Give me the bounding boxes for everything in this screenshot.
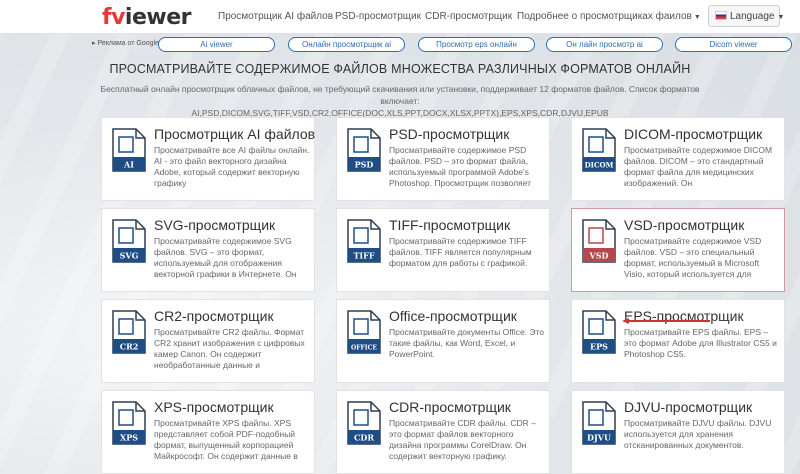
card-title[interactable]: PSD-просмотрщик — [389, 126, 509, 142]
nav-link-cdr-viewer[interactable]: CDR-просмотрщик — [425, 11, 512, 22]
svg-text:CDR: CDR — [354, 433, 374, 443]
card-description: Просматривайте все AI файлы онлайн. AI -… — [154, 145, 310, 188]
page-subtitle: Бесплатный онлайн просмотрщик облачных ф… — [100, 83, 700, 119]
card-title[interactable]: VSD-просмотрщик — [624, 217, 744, 233]
ad-link[interactable]: Онлайн просмотрщик ai — [288, 37, 405, 52]
caret-down-icon: ▼ — [693, 14, 701, 21]
xps-file-icon: XPS — [112, 401, 146, 445]
language-button[interactable]: Language ▼ — [708, 5, 784, 27]
ads-label-text: Реклама от Google — [97, 40, 159, 47]
viewer-card-tiff[interactable]: TIFF TIFF-просмотрщик Просматривайте содер… — [336, 208, 550, 292]
card-description: Просматривайте EPS файлы. EPS – это форм… — [624, 327, 777, 359]
dicom-file-icon: DICOM — [582, 128, 616, 172]
card-description: Просматривайте содержимое PSD файлов. PS… — [389, 145, 532, 188]
russian-flag-icon — [715, 11, 727, 20]
card-title[interactable]: SVG-просмотрщик — [154, 217, 275, 233]
viewer-card-ai[interactable]: AI Просмотрщик AI файлов Просматривайте вс… — [101, 117, 315, 201]
card-description: Просматривайте DJVU файлы. DJVU использу… — [624, 418, 772, 450]
svg-text:PSD: PSD — [355, 160, 374, 170]
viewer-card-dicom[interactable]: DICOM DICOM-просмотрщик Просматривайте сод… — [571, 117, 785, 201]
nav-dropdown-more-viewers[interactable]: Подробнее о просмотрщиках фаилов ▼ — [517, 11, 701, 22]
card-title[interactable]: CR2-просмотрщик — [154, 308, 274, 324]
card-description: Просматривайте содержимое DICOM файлов. … — [624, 145, 773, 188]
card-description: Просматривайте XPS файлы. XPS представля… — [154, 418, 298, 461]
nav-link-psd-viewer[interactable]: PSD-просмотрщик — [335, 11, 421, 22]
card-title[interactable]: CDR-просмотрщик — [389, 399, 511, 415]
caret-down-icon: ▼ — [777, 14, 785, 21]
card-description: Просматривайте содержимое VSD файлов. VS… — [624, 236, 762, 279]
nav-link-ai-viewer[interactable]: Просмотрщик AI файлов — [218, 11, 333, 22]
svg-text:TIFF: TIFF — [353, 251, 374, 261]
viewer-card-cdr[interactable]: CDR CDR-просмотрщик Просматривайте CDR фай… — [336, 390, 550, 474]
eps-file-icon: EPS — [582, 310, 616, 354]
card-title[interactable]: DICOM-просмотрщик — [624, 126, 762, 142]
svg-text:VSD: VSD — [589, 251, 609, 261]
svg-text:EPS: EPS — [590, 342, 608, 352]
language-label: Language — [730, 11, 775, 22]
vsd-file-icon: VSD — [582, 219, 616, 263]
cdr-file-icon: CDR — [347, 401, 381, 445]
nav-dropdown-label: Подробнее о просмотрщиках фаилов — [517, 11, 692, 22]
svg-file-icon: SVG — [112, 219, 146, 263]
card-title[interactable]: DJVU-просмотрщик — [624, 399, 752, 415]
cr2-file-icon: CR2 — [112, 310, 146, 354]
card-title[interactable]: Office-просмотрщик — [389, 308, 517, 324]
page-title: ПРОСМАТРИВАЙТЕ СОДЕРЖИМОЕ ФАЙЛОВ МНОЖЕСТ… — [109, 62, 691, 76]
card-title[interactable]: Просмотрщик AI файлов — [154, 126, 315, 142]
card-description: Просматривайте содержимое TIFF файлов. T… — [389, 236, 532, 268]
card-description: Просматривайте документы Office. Это так… — [389, 327, 545, 359]
svg-text:XPS: XPS — [120, 433, 138, 443]
svg-text:SVG: SVG — [120, 251, 139, 261]
viewer-card-cr2[interactable]: CR2 CR2-просмотрщик Просматривайте CR2 фай… — [101, 299, 315, 383]
svg-text:OFFICE: OFFICE — [351, 345, 377, 352]
ad-link[interactable]: Ai viewer — [158, 37, 275, 52]
ads-label[interactable]: ▸ Реклама от Google — [92, 39, 159, 47]
red-arrow-annotation — [622, 318, 710, 324]
ad-link[interactable]: Он лайн просмотр ai — [546, 37, 663, 52]
card-title[interactable]: XPS-просмотрщик — [154, 399, 274, 415]
viewer-card-eps[interactable]: EPS EPS-просмотрщик Просматривайте EPS фай… — [571, 299, 785, 383]
viewer-card-psd[interactable]: PSD PSD-просмотрщик Просматривайте содержи… — [336, 117, 550, 201]
viewer-card-vsd[interactable]: VSD VSD-просмотрщик Просматривайте содержи… — [571, 208, 785, 292]
ad-link[interactable]: Dicom viewer — [675, 37, 792, 52]
subtitle-line: Бесплатный онлайн просмотрщик облачных ф… — [100, 84, 700, 106]
card-description: Просматривайте содержимое SVG файлов. SV… — [154, 236, 297, 279]
psd-file-icon: PSD — [347, 128, 381, 172]
viewer-card-xps[interactable]: XPS XPS-просмотрщик Просматривайте XPS фай… — [101, 390, 315, 474]
viewer-card-office[interactable]: OFFICE Office-просмотрщик Просматривайте д… — [336, 299, 550, 383]
ad-link[interactable]: Просмотр eps онлайн — [418, 37, 535, 52]
svg-text:AI: AI — [123, 160, 134, 170]
djvu-file-icon: DJVU — [582, 401, 616, 445]
tiff-file-icon: TIFF — [347, 219, 381, 263]
svg-text:CR2: CR2 — [120, 342, 139, 352]
card-description: Просматривайте CR2 файлы. Формат CR2 хра… — [154, 327, 305, 370]
svg-text:DICOM: DICOM — [585, 161, 614, 170]
card-description: Просматривайте CDR файлы. CDR – это форм… — [389, 418, 536, 461]
svg-text:DJVU: DJVU — [587, 433, 611, 443]
viewer-card-svg[interactable]: SVG SVG-просмотрщик Просматривайте содержи… — [101, 208, 315, 292]
fviewer-logo[interactable]: fviewer — [102, 5, 191, 30]
viewer-card-djvu[interactable]: DJVU DJVU-просмотрщик Просматривайте DJVU … — [571, 390, 785, 474]
top-navbar: fviewer Просмотрщик AI файлов PSD-просмо… — [0, 0, 800, 34]
office-file-icon: OFFICE — [347, 310, 381, 354]
ai-file-icon: AI — [112, 128, 146, 172]
card-title[interactable]: TIFF-просмотрщик — [389, 217, 510, 233]
